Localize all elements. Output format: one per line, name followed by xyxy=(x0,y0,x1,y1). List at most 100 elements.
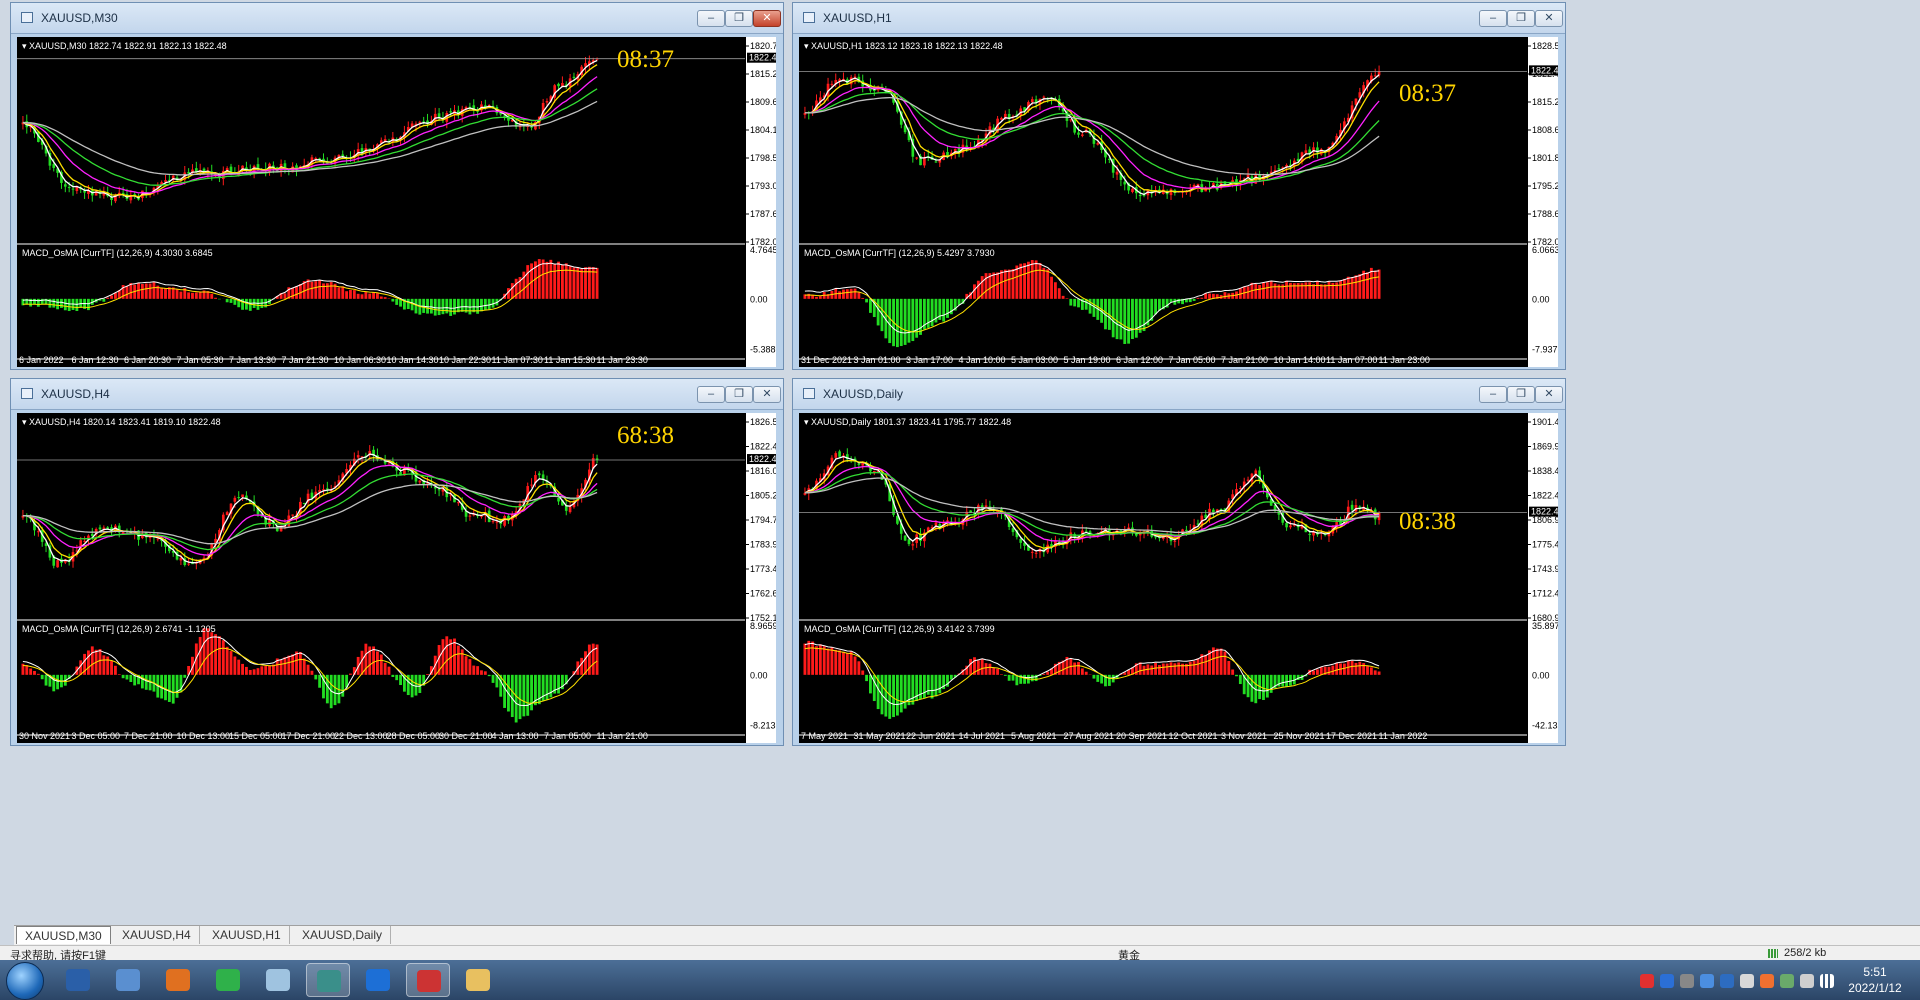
macd-histogram-bar xyxy=(67,298,71,312)
taskbar-folder-button[interactable] xyxy=(456,963,500,997)
chart-window-daily[interactable]: XAUUSD,Daily – ❐ ✕ ▾ XAUUSD,Daily 1801.3… xyxy=(792,378,1568,746)
macd-histogram-bar xyxy=(329,282,333,299)
macd-histogram-bar xyxy=(1134,298,1138,338)
macd-histogram-bar xyxy=(811,641,815,675)
sogou-ime-icon[interactable] xyxy=(1640,974,1654,988)
minimize-button[interactable]: – xyxy=(1479,386,1507,403)
power-icon[interactable] xyxy=(1780,974,1794,988)
candle-body xyxy=(67,187,71,189)
folder-icon xyxy=(466,969,490,991)
taskbar-desktop-button[interactable] xyxy=(56,963,100,997)
restore-button[interactable]: ❐ xyxy=(1507,386,1535,403)
macd-histogram-bar xyxy=(110,660,113,675)
price-tick-label: 1820.75 xyxy=(750,41,776,51)
network-app-icon[interactable] xyxy=(1700,974,1714,988)
chart-window-icon xyxy=(803,12,815,23)
macd-histogram-bar xyxy=(1262,282,1265,299)
macd-histogram-bar xyxy=(1069,298,1073,306)
time-tick-label: 11 Jan 23:00 xyxy=(1379,355,1430,365)
close-button[interactable]: ✕ xyxy=(1535,386,1563,403)
taskbar-notepad-button[interactable] xyxy=(256,963,300,997)
start-button[interactable] xyxy=(6,962,44,1000)
chart-canvas[interactable]: ▾ XAUUSD,H1 1823.12 1823.18 1822.13 1822… xyxy=(799,37,1527,367)
candle-body xyxy=(557,83,560,87)
chart-window-m30[interactable]: XAUUSD,M30 – ❐ ✕ ▾ XAUUSD,M30 1822.74 18… xyxy=(10,2,784,370)
macd-histogram-bar xyxy=(1065,298,1069,299)
security-shield-icon[interactable] xyxy=(1720,974,1734,988)
candle-body xyxy=(1246,479,1250,481)
restore-button[interactable]: ❐ xyxy=(725,386,753,403)
macd-histogram-bar xyxy=(930,298,934,327)
window-titlebar[interactable]: XAUUSD,Daily – ❐ ✕ xyxy=(793,379,1565,410)
close-button[interactable]: ✕ xyxy=(753,10,781,27)
tab-xauusd-h1[interactable]: XAUUSD,H1 xyxy=(204,926,290,944)
macd-histogram-bar xyxy=(1335,662,1339,675)
price-tick-label: 1809.65 xyxy=(750,97,776,107)
macd-histogram-bar xyxy=(976,280,980,299)
taskbar-trading-button[interactable] xyxy=(306,963,350,997)
macd-histogram-bar xyxy=(372,292,376,299)
window-titlebar[interactable]: XAUUSD,H4 – ❐ ✕ xyxy=(11,379,783,410)
minimize-button[interactable]: – xyxy=(1479,10,1507,27)
macd-histogram-bar xyxy=(899,298,903,347)
display-icon[interactable] xyxy=(1740,974,1754,988)
macd-histogram-bar xyxy=(838,650,842,675)
macd-histogram-bar xyxy=(853,656,857,675)
macd-histogram-bar xyxy=(1046,269,1050,299)
tab-xauusd-m30[interactable]: XAUUSD,M30 xyxy=(16,926,111,944)
time-tick-label: 3 Jan 17:00 xyxy=(906,355,953,365)
window-titlebar[interactable]: XAUUSD,H1 – ❐ ✕ xyxy=(793,3,1565,34)
chart-window-h1[interactable]: XAUUSD,H1 – ❐ ✕ ▾ XAUUSD,H1 1823.12 1823… xyxy=(792,2,1566,370)
macd-histogram-bar xyxy=(976,660,980,675)
restore-button[interactable]: ❐ xyxy=(725,10,753,27)
macd-histogram-bar xyxy=(345,291,349,299)
trading-icon xyxy=(317,970,341,992)
flag-icon[interactable] xyxy=(1800,974,1814,988)
candle-body xyxy=(233,497,237,502)
macd-caption: MACD_OsMA [CurrTF] (12,26,9) 2.6741 -1.1… xyxy=(22,624,216,634)
taskbar-clock[interactable]: 5:51 2022/1/12 xyxy=(1840,964,1910,996)
signal-icon[interactable] xyxy=(1820,974,1834,988)
macd-histogram-bar xyxy=(541,259,545,299)
taskbar-pen-button[interactable] xyxy=(356,963,400,997)
chart-window-h4[interactable]: XAUUSD,H4 – ❐ ✕ ▾ XAUUSD,H4 1820.14 1823… xyxy=(10,378,784,746)
macd-histogram-bar xyxy=(453,638,456,675)
taskbar-wechat-button[interactable] xyxy=(206,963,250,997)
macd-histogram-bar xyxy=(113,665,117,675)
macd-histogram-bar xyxy=(1208,293,1211,299)
time-tick-label: 27 Aug 2021 xyxy=(1064,731,1115,741)
tab-xauusd-h4[interactable]: XAUUSD,H4 xyxy=(114,926,200,944)
price-axis-svg: 1820.75 1815.20 1809.65 1804.10 1798.55 1793.… xyxy=(746,41,783,354)
window-titlebar[interactable]: XAUUSD,M30 – ❐ ✕ xyxy=(11,3,783,34)
minimize-button[interactable]: – xyxy=(697,386,725,403)
macd-tick-label: 35.8977 xyxy=(1532,621,1558,631)
macd-histogram-bar xyxy=(1342,278,1346,299)
close-button[interactable]: ✕ xyxy=(753,386,781,403)
tab-xauusd-daily[interactable]: XAUUSD,Daily xyxy=(294,926,392,944)
time-tick-label: 30 Dec 21:00 xyxy=(439,731,493,741)
macd-histogram-bar xyxy=(225,646,229,675)
candle-body xyxy=(437,113,441,118)
macd-histogram-bar xyxy=(549,674,553,698)
minimize-button[interactable]: – xyxy=(697,10,725,27)
macd-histogram-bar xyxy=(52,298,56,308)
macd-histogram-bar xyxy=(1231,669,1235,675)
macd-histogram-bar xyxy=(376,651,379,675)
chart-svg: ▾ XAUUSD,Daily 1801.37 1823.41 1795.77 1… xyxy=(799,413,1527,743)
restore-button[interactable]: ❐ xyxy=(1507,10,1535,27)
macd-histogram-bar xyxy=(418,674,422,694)
candle-body xyxy=(1173,540,1177,542)
tray-expand-icon[interactable] xyxy=(1680,974,1694,988)
macd-histogram-bar xyxy=(842,289,845,299)
taskbar-media-button[interactable] xyxy=(106,963,150,997)
help-icon[interactable] xyxy=(1660,974,1674,988)
chart-canvas[interactable]: ▾ XAUUSD,M30 1822.74 1822.91 1822.13 182… xyxy=(17,37,745,367)
volume-muted-icon[interactable] xyxy=(1760,974,1774,988)
taskbar-browser-button[interactable] xyxy=(156,963,200,997)
taskbar-chart-button[interactable] xyxy=(406,963,450,997)
close-button[interactable]: ✕ xyxy=(1535,10,1563,27)
chart-canvas[interactable]: ▾ XAUUSD,H4 1820.14 1823.41 1819.10 1822… xyxy=(17,413,745,743)
chart-canvas[interactable]: ▾ XAUUSD,Daily 1801.37 1823.41 1795.77 1… xyxy=(799,413,1527,743)
macd-histogram-bar xyxy=(102,298,106,302)
macd-histogram-bar xyxy=(1339,281,1342,299)
